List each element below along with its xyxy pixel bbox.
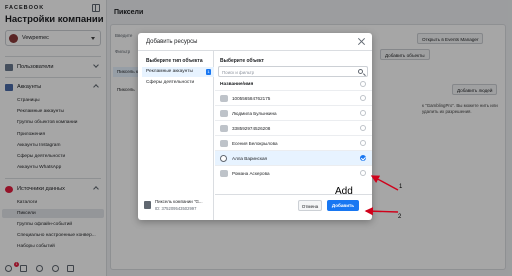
close-icon[interactable]: [358, 38, 365, 45]
select-all-radio[interactable]: [360, 81, 366, 87]
object-select-header: Выберите объект: [220, 58, 264, 64]
folder-icon: [220, 125, 228, 132]
cancel-button[interactable]: Отмена: [298, 200, 322, 211]
item-name: Людмила Булынкина: [232, 110, 277, 116]
list-item[interactable]: Людмила Булынкина: [215, 105, 372, 120]
add-button[interactable]: Добавить: [327, 200, 359, 211]
object-type-label: Сферы деятельности: [146, 80, 195, 85]
folder-icon: [220, 95, 228, 102]
user-icon: [220, 155, 227, 162]
item-name: 338592974526208: [232, 125, 271, 131]
list-item[interactable]: Есения Белокрылова: [215, 135, 372, 150]
object-type-panel: Выберите тип объекта Рекламные аккаунты …: [138, 51, 214, 220]
annotation-add-text: Add: [335, 186, 353, 197]
folder-icon: [220, 110, 228, 117]
radio-button[interactable]: [360, 95, 366, 101]
item-name: Алла Варинская: [232, 155, 267, 161]
radio-button[interactable]: [360, 170, 366, 176]
pixel-card: Пиксель компании "G... ID: 3752095435029…: [142, 198, 210, 214]
search-icon: [358, 69, 363, 74]
pixel-id: ID: 375209543502997: [155, 206, 197, 211]
pixel-name: Пиксель компании "G...: [155, 199, 203, 204]
list-item[interactable]: 100556584762175: [215, 90, 372, 105]
object-type-ad-accounts[interactable]: Рекламные аккаунты 1: [142, 67, 214, 77]
folder-icon: [220, 170, 228, 177]
item-name: Романа Аскерова: [232, 170, 270, 176]
list-item[interactable]: Романа Аскерова: [215, 165, 372, 180]
radio-button-checked[interactable]: [360, 155, 366, 161]
dialog-title: Добавить ресурсы: [146, 39, 198, 45]
object-type-label: Рекламные аккаунты: [146, 69, 193, 74]
folder-icon: [220, 140, 228, 147]
radio-button[interactable]: [360, 110, 366, 116]
search-input[interactable]: Поиск и фильтр: [218, 66, 368, 77]
object-type-business-lines[interactable]: Сферы деятельности: [142, 78, 214, 88]
radio-button[interactable]: [360, 140, 366, 146]
search-placeholder: Поиск и фильтр: [222, 69, 255, 75]
item-name: 100556584762175: [232, 95, 271, 101]
list-item-selected[interactable]: Алла Варинская: [215, 150, 372, 165]
radio-button[interactable]: [360, 125, 366, 131]
count-badge: 1: [206, 69, 211, 75]
object-type-header: Выберите тип объекта: [146, 58, 203, 64]
pixel-icon: [144, 201, 151, 209]
list-item[interactable]: 338592974526208: [215, 120, 372, 135]
column-header-name: Название/имя: [220, 82, 254, 87]
annotation-step-1: 1: [399, 184, 403, 190]
annotation-step-2: 2: [398, 214, 402, 220]
item-name: Есения Белокрылова: [232, 140, 278, 146]
